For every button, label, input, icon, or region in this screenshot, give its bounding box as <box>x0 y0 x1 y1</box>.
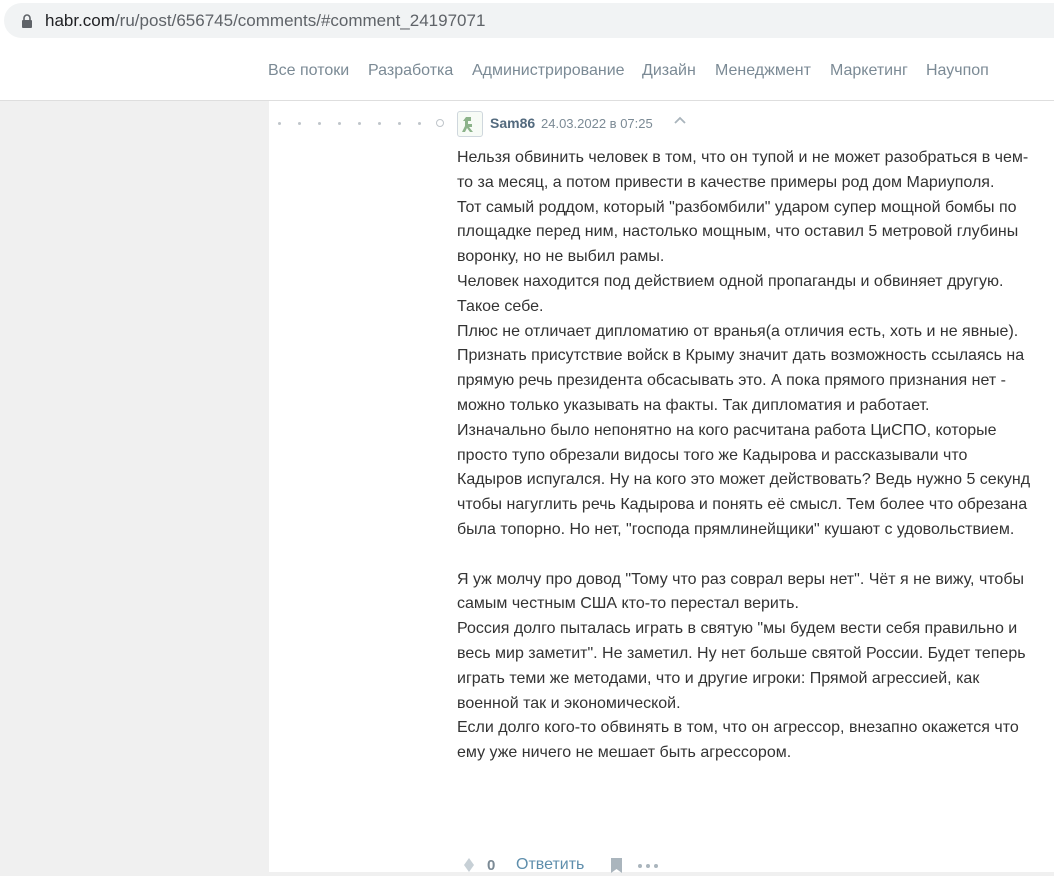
nav-item-management[interactable]: Менеджмент <box>715 62 811 80</box>
thread-dot <box>358 122 361 125</box>
nav-item-all-flows[interactable]: Все потоки <box>268 62 349 80</box>
vote-icon[interactable] <box>464 858 474 872</box>
url-text[interactable]: habr.com/ru/post/656745/comments/#commen… <box>45 11 485 31</box>
nav-item-development[interactable]: Разработка <box>368 62 453 80</box>
url-field[interactable]: habr.com/ru/post/656745/comments/#commen… <box>4 3 1054 38</box>
comment-author[interactable]: Sam86 <box>490 115 535 131</box>
flows-nav: Все потоки Разработка Администрирование … <box>0 42 1054 101</box>
avatar-icon[interactable] <box>457 111 483 137</box>
comment-score: 0 <box>487 857 496 874</box>
thread-depth-indicator <box>278 119 448 127</box>
comment-paragraph: Человек находится под действием одной пр… <box>457 272 1004 315</box>
nav-item-popsci[interactable]: Научпоп <box>926 62 989 80</box>
reply-button[interactable]: Ответить <box>516 856 584 874</box>
nav-item-marketing[interactable]: Маркетинг <box>830 62 908 80</box>
more-icon[interactable] <box>638 864 658 868</box>
thread-dot <box>338 122 341 125</box>
thread-dot <box>378 122 381 125</box>
bookmark-icon[interactable] <box>611 858 622 873</box>
nav-item-administration[interactable]: Администрирование <box>472 62 625 80</box>
thread-dot <box>418 122 421 125</box>
comment-paragraph: Изначально было непонятно на кого расчит… <box>457 421 1031 538</box>
comment-paragraph: Я уж молчу про довод "Тому что раз совра… <box>457 570 1024 613</box>
comment-paragraph: Если долго кого-то обвинять в том, что о… <box>457 719 1019 762</box>
thread-dot <box>318 122 321 125</box>
chevron-up-icon[interactable] <box>672 113 688 129</box>
comment-paragraph: Россия долго пыталась играть в святую "м… <box>457 620 1026 712</box>
thread-dot-current <box>436 119 444 127</box>
thread-dot <box>278 122 281 125</box>
comment-paragraph: Тот самый роддом, который "разбомбили" у… <box>457 198 1019 266</box>
thread-dot <box>298 122 301 125</box>
comment-paragraph: Плюс не отличает дипломатию от вранья(а … <box>457 322 1025 414</box>
comment-date[interactable]: 24.03.2022 в 07:25 <box>541 116 653 131</box>
browser-address-bar: habr.com/ru/post/656745/comments/#commen… <box>0 0 1054 42</box>
nav-item-design[interactable]: Дизайн <box>642 62 696 80</box>
thread-dot <box>398 122 401 125</box>
lock-icon[interactable] <box>20 14 34 28</box>
comment-body: Нельзя обвинить человек в том, что он ту… <box>457 146 1037 766</box>
url-host: habr.com <box>45 11 115 30</box>
comment-paragraph: Нельзя обвинить человек в том, что он ту… <box>457 149 1029 191</box>
url-path: /ru/post/656745/comments/#comment_241970… <box>114 11 486 30</box>
comment-footer: 0 Ответить <box>457 854 757 876</box>
